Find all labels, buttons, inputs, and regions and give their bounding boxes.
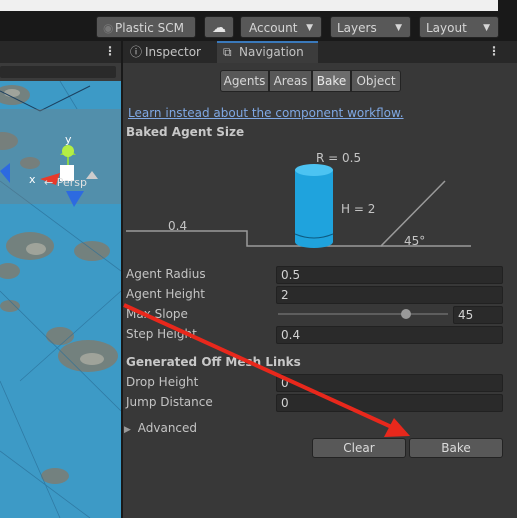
agent-size-diagram: R = 0.5 H = 2 0.4 45° (126, 151, 471, 248)
slider-thumb[interactable] (400, 309, 411, 319)
scene-view[interactable]: ⋮ y x ← Persp (0, 41, 121, 518)
jump-distance-field[interactable]: 0 (276, 394, 503, 412)
max-slope-field[interactable]: 45 (453, 306, 503, 324)
window-strip (0, 0, 498, 11)
chevron-right-icon: ▶ (124, 425, 131, 435)
plastic-scm-label: Plastic SCM (115, 21, 184, 35)
step-height-label: Step Height (126, 327, 197, 341)
off-mesh-links-heading: Generated Off Mesh Links (126, 355, 301, 369)
navigation-panel: ⓘ Inspector ⧉ Navigation ⋮ Agents Areas … (123, 41, 517, 518)
segment-bake[interactable]: Bake (312, 70, 351, 92)
plastic-scm-icon: ◉ (103, 21, 114, 35)
max-slope-slider[interactable] (278, 305, 448, 323)
axis-z-label: z (73, 209, 79, 211)
navigation-icon: ⧉ (223, 45, 232, 59)
cloud-button[interactable]: ☁ (204, 16, 234, 38)
drop-height-field[interactable]: 0 (276, 374, 503, 392)
slider-track (278, 313, 448, 315)
step-text: 0.4 (168, 219, 187, 233)
chevron-down-icon: ▼ (483, 23, 490, 33)
persp-label[interactable]: ← Persp (44, 176, 87, 189)
agent-height-field[interactable]: 2 (276, 286, 503, 304)
layers-dropdown[interactable]: Layers ▼ (330, 16, 411, 38)
kebab-menu-icon[interactable]: ⋮ (104, 44, 116, 58)
advanced-foldout[interactable]: ▶ Advanced (124, 421, 197, 435)
height-text: H = 2 (341, 202, 375, 216)
tab-inspector-label: Inspector (145, 45, 201, 59)
drop-height-label: Drop Height (126, 375, 199, 389)
top-toolbar: ◉ Plastic SCM ☁ Account ▼ Layers ▼ Layou… (0, 0, 517, 41)
layout-label: Layout (426, 21, 467, 35)
panel-tabs: ⓘ Inspector ⧉ Navigation ⋮ (123, 41, 517, 63)
tab-inspector[interactable]: ⓘ Inspector (123, 41, 215, 63)
account-label: Account (249, 21, 298, 35)
layers-label: Layers (337, 21, 377, 35)
chevron-down-icon: ▼ (306, 23, 313, 33)
segment-areas[interactable]: Areas (269, 70, 312, 92)
account-dropdown[interactable]: Account ▼ (240, 16, 322, 38)
axis-y-label: y (65, 133, 72, 146)
clear-button[interactable]: Clear (312, 438, 406, 458)
scene-search-field[interactable] (0, 66, 116, 78)
agent-height-label: Agent Height (126, 287, 206, 301)
tab-navigation-label: Navigation (239, 45, 304, 59)
cloud-icon: ☁ (212, 20, 226, 36)
segment-agents[interactable]: Agents (220, 70, 269, 92)
orientation-gizmo[interactable]: y x z (0, 91, 121, 211)
agent-radius-label: Agent Radius (126, 267, 206, 281)
slope-text: 45° (404, 234, 425, 248)
bake-button[interactable]: Bake (409, 438, 503, 458)
tab-navigation[interactable]: ⧉ Navigation (217, 41, 318, 63)
max-slope-label: Max Slope (126, 307, 188, 321)
plastic-scm-button[interactable]: ◉ Plastic SCM (96, 16, 196, 38)
advanced-label: Advanced (137, 421, 198, 435)
kebab-menu-icon[interactable]: ⋮ (488, 44, 500, 58)
info-icon: ⓘ (130, 45, 143, 59)
jump-distance-label: Jump Distance (126, 395, 213, 409)
radius-text: R = 0.5 (316, 151, 361, 165)
step-height-field[interactable]: 0.4 (276, 326, 503, 344)
segment-object[interactable]: Object (351, 70, 401, 92)
scene-tab-header: ⋮ (0, 41, 121, 63)
agent-radius-field[interactable]: 0.5 (276, 266, 503, 284)
axis-x-label: x (29, 173, 36, 186)
scene-toolbar (0, 63, 121, 81)
component-workflow-link[interactable]: Learn instead about the component workfl… (128, 106, 404, 120)
baked-agent-size-heading: Baked Agent Size (126, 125, 245, 139)
chevron-down-icon: ▼ (395, 23, 402, 33)
layout-dropdown[interactable]: Layout ▼ (419, 16, 499, 38)
